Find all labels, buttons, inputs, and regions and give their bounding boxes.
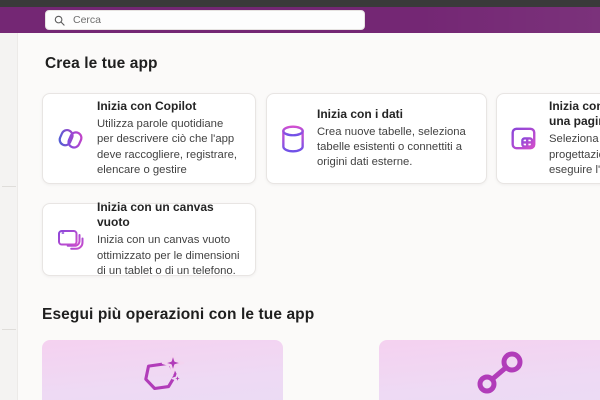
database-icon bbox=[280, 124, 306, 154]
card-title-line: Inizia con la bbox=[549, 99, 600, 114]
rail-divider bbox=[2, 329, 16, 330]
promo-card-ai[interactable] bbox=[42, 340, 283, 400]
card-title: Inizia con i dati bbox=[317, 106, 404, 121]
left-nav-rail[interactable] bbox=[0, 33, 18, 400]
page-design-icon bbox=[510, 125, 538, 153]
card-start-with-data[interactable]: Inizia con i dati Crea nuove tabelle, se… bbox=[266, 93, 487, 184]
flow-link-icon bbox=[471, 349, 529, 400]
card-start-with-copilot[interactable]: Inizia con Copilot Utilizza parole quoti… bbox=[42, 93, 256, 184]
copilot-icon bbox=[56, 124, 86, 154]
promo-card-flow[interactable] bbox=[379, 340, 600, 400]
card-description: Crea nuove tabelle, seleziona tabelle es… bbox=[317, 125, 466, 168]
card-description-line: eseguire l'app bbox=[549, 163, 600, 176]
search-input[interactable] bbox=[71, 13, 356, 27]
card-start-with-page-design[interactable]: Inizia con la una pagina Seleziona da pr… bbox=[496, 93, 600, 184]
card-start-with-blank-canvas[interactable]: Inizia con un canvas vuoto Inizia con un… bbox=[42, 200, 256, 277]
search-box[interactable] bbox=[45, 10, 365, 30]
card-description: Inizia con un canvas vuoto ottimizzato p… bbox=[97, 234, 240, 277]
blank-canvas-icon bbox=[56, 225, 86, 255]
rail-divider bbox=[2, 186, 16, 187]
section-title-create-apps: Crea le tue app bbox=[45, 55, 158, 72]
card-title-line: una pagina bbox=[549, 114, 600, 129]
powerapps-home-screen: Crea le tue app Inizia con Copilot Utili… bbox=[0, 0, 600, 400]
card-title: Inizia con un canvas vuoto bbox=[97, 200, 214, 230]
card-description: Utilizza parole quotidiane per descriver… bbox=[97, 118, 238, 176]
browser-titlebar bbox=[0, 0, 600, 7]
header-highlight bbox=[420, 7, 600, 33]
search-icon bbox=[54, 15, 65, 26]
card-description-line: Seleziona da bbox=[549, 133, 600, 146]
app-header-bar bbox=[0, 7, 600, 33]
card-description-line: progettazioni bbox=[549, 148, 600, 161]
section-title-more-operations: Esegui più operazioni con le tue app bbox=[42, 306, 315, 323]
card-title: Inizia con Copilot bbox=[97, 99, 197, 114]
ai-hexagon-sparkle-icon bbox=[137, 349, 189, 400]
